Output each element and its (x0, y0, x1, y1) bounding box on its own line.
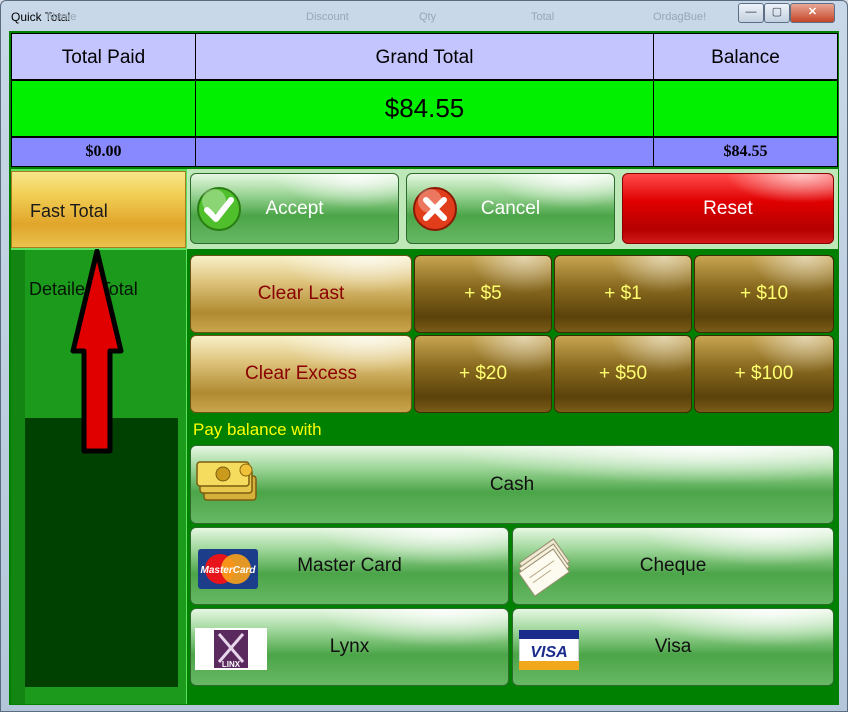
lynx-label: Lynx (329, 636, 370, 657)
accept-button[interactable]: Accept (190, 173, 399, 244)
total-paid-value: $0.00 (11, 137, 196, 167)
add-5-label: + $5 (464, 283, 502, 304)
close-icon: ✕ (807, 6, 818, 18)
cancel-label: Cancel (480, 197, 541, 219)
cheque-button[interactable]: Cheque (512, 527, 834, 605)
grand-total-sub-cell (195, 137, 654, 167)
quick-total-panel: Total Paid Grand Total Balance $84.55 $0… (9, 31, 839, 705)
accept-label: Accept (265, 197, 324, 219)
grand-total-header: Grand Total (195, 33, 654, 80)
balance-value: $84.55 (653, 137, 838, 167)
balance-header: Balance (653, 33, 838, 80)
add-100-label: + $100 (734, 363, 794, 384)
add-20-label: + $20 (458, 363, 508, 384)
reset-button[interactable]: Reset (622, 173, 834, 244)
visa-button[interactable]: VISA Visa (512, 608, 834, 686)
add-100-button[interactable]: + $100 (694, 335, 834, 413)
add-1-label: + $1 (604, 283, 642, 304)
reset-label: Reset (703, 197, 753, 219)
tab-fast-total-label: Fast Total (30, 201, 108, 221)
cash-button[interactable]: Cash (190, 445, 834, 524)
linx-logo-text: LINX (222, 660, 241, 669)
maximize-icon: ▢ (771, 6, 783, 18)
cheque-label: Cheque (639, 555, 707, 576)
total-mode-tabs: Fast Total Detailed Total (11, 169, 187, 704)
clear-last-button[interactable]: Clear Last (190, 255, 412, 333)
cash-label: Cash (489, 473, 535, 495)
clear-excess-label: Clear Excess (245, 363, 357, 384)
clear-last-label: Clear Last (257, 283, 345, 304)
minimize-icon: — (745, 6, 757, 18)
add-10-label: + $10 (739, 283, 789, 304)
total-paid-header: Total Paid (11, 33, 196, 80)
visa-label: Visa (654, 636, 692, 657)
grand-total-value: $84.55 (195, 80, 654, 137)
pay-balance-title: Pay balance with (193, 420, 322, 439)
add-10-button[interactable]: + $10 (694, 255, 834, 333)
up-arrow-annotation (70, 249, 124, 454)
add-20-button[interactable]: + $20 (414, 335, 552, 413)
minimize-button[interactable]: — (738, 3, 764, 23)
ghost-header-qty: Qty (419, 11, 437, 23)
add-50-button[interactable]: + $50 (554, 335, 692, 413)
close-button[interactable]: ✕ (790, 3, 835, 23)
balance-big-cell (653, 80, 838, 137)
add-5-button[interactable]: + $5 (414, 255, 552, 333)
add-50-label: + $50 (598, 363, 648, 384)
tab-fast-total[interactable]: Fast Total (11, 171, 186, 248)
lynx-button[interactable]: LINX Lynx (190, 608, 509, 686)
add-1-button[interactable]: + $1 (554, 255, 692, 333)
maximize-button[interactable]: ▢ (764, 3, 790, 23)
detailed-total-content (25, 418, 178, 687)
ghost-header-name: Name (47, 11, 77, 23)
master-card-button[interactable]: MasterCard Master Card (190, 527, 509, 605)
title-bar: Quick Total Name Discount Qty Total Orda… (1, 1, 847, 31)
total-paid-big-cell (11, 80, 196, 137)
ghost-header-total: Total (531, 11, 555, 23)
master-card-label: Master Card (297, 555, 402, 576)
ghost-header-discount: Discount (306, 11, 349, 23)
detailed-tab-edge (11, 250, 25, 704)
quick-total-window: Quick Total Name Discount Qty Total Orda… (0, 0, 848, 712)
ghost-header-order: OrdagBue! (653, 11, 707, 23)
cancel-button[interactable]: Cancel (406, 173, 615, 244)
clear-excess-button[interactable]: Clear Excess (190, 335, 412, 413)
